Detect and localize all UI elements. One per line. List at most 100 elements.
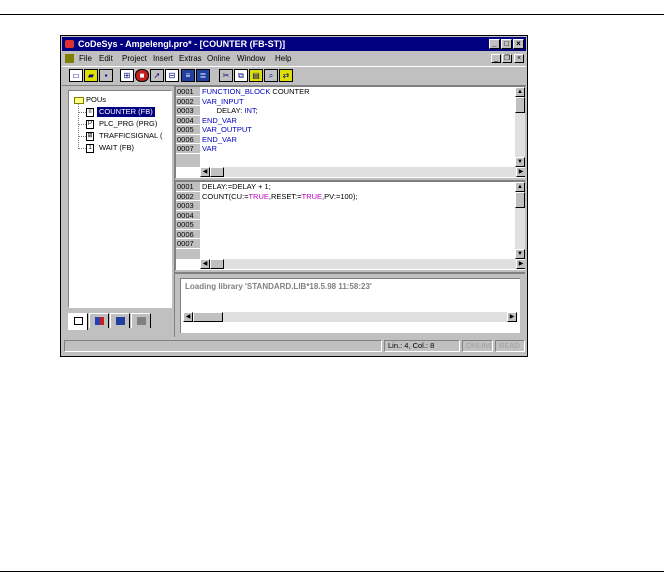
identifier: COUNTER (270, 87, 310, 96)
scroll-thumb[interactable] (210, 259, 224, 269)
copy-icon[interactable]: ⧉ (234, 69, 248, 82)
open-file-icon[interactable]: ▰ (84, 69, 98, 82)
reset-icon[interactable]: ≣ (196, 69, 210, 82)
find-icon[interactable]: ⌕ (264, 69, 278, 82)
data-types-icon (95, 317, 104, 325)
line-number: 0005 (176, 125, 200, 135)
code-line: END_VAR (202, 135, 310, 145)
scroll-thumb[interactable] (515, 192, 525, 208)
scroll-down-arrow[interactable]: ▼ (515, 249, 525, 259)
scroll-right-arrow[interactable]: ▶ (516, 167, 525, 177)
pou-icon: ⊞ (86, 132, 94, 141)
pou-tab-icon (74, 317, 83, 325)
tab-resources[interactable] (131, 313, 151, 328)
logout-icon[interactable]: ⊟ (165, 69, 179, 82)
tab-data-types[interactable] (89, 313, 109, 328)
mdi-restore-button[interactable]: ❐ (502, 54, 512, 63)
keyword: END_VAR (202, 134, 237, 144)
scroll-thumb[interactable] (193, 312, 223, 322)
menu-window[interactable]: Window (237, 52, 265, 65)
line-number: 0003 (176, 106, 200, 116)
punctuation: ; (255, 106, 258, 115)
code-line: VAR_OUTPUT (202, 125, 310, 135)
declaration-editor[interactable]: 0001 0002 0003 0004 0005 0006 0007 FUNCT… (175, 86, 525, 178)
body-vertical-scrollbar[interactable]: ▲ ▼ (515, 182, 525, 259)
cut-icon[interactable]: ✂ (219, 69, 233, 82)
save-icon[interactable]: ▪ (99, 69, 113, 82)
paste-icon[interactable]: ▤ (249, 69, 263, 82)
toolbar: ▭ ▰ ▪ ⊞ ■ ➚ ⊟ ≡ ≣ ✂ ⧉ ▤ ⌕ ⇄ (62, 66, 526, 86)
keyword: VAR_OUTPUT (202, 125, 252, 134)
line-number: 0006 (176, 135, 200, 144)
tab-visualizations[interactable] (110, 313, 130, 328)
keyword: VAR (202, 144, 217, 153)
maximize-button[interactable]: □ (501, 39, 512, 49)
object-organizer: POUs ≡ COUNTER (FB) P PLC_PRG (PRG) ⊞ TR… (64, 86, 174, 337)
tree-connector (79, 112, 86, 113)
menu-insert[interactable]: Insert (153, 52, 173, 65)
keyword: VAR_INPUT (202, 96, 244, 106)
scroll-right-arrow[interactable]: ▶ (507, 312, 517, 322)
scroll-down-arrow[interactable]: ▼ (515, 157, 525, 167)
line-number: 0004 (176, 116, 200, 125)
menu-online[interactable]: Online (207, 52, 230, 65)
message-window[interactable]: Loading library 'STANDARD.LIB*18.5.98 11… (180, 278, 520, 333)
tree-item-wait[interactable]: WAIT (FB) (99, 143, 134, 153)
visualizations-icon (116, 317, 125, 325)
pou-icon: 1 (86, 144, 94, 153)
scroll-thumb[interactable] (210, 167, 224, 177)
codesys-app-icon (65, 40, 74, 48)
identifier: DELAY: (202, 106, 245, 115)
scroll-up-arrow[interactable]: ▲ (515, 87, 525, 97)
tab-pous[interactable] (68, 313, 88, 330)
scroll-thumb[interactable] (515, 97, 525, 113)
login-icon[interactable]: ⊞ (120, 69, 134, 82)
new-file-icon[interactable]: ▭ (69, 69, 83, 82)
body-horizontal-scrollbar[interactable]: ◀ ▶ (200, 259, 525, 269)
code-text: ,RESET:= (268, 191, 302, 201)
scroll-right-arrow[interactable]: ▶ (516, 259, 525, 269)
scroll-left-arrow[interactable]: ◀ (200, 167, 210, 177)
stop-icon[interactable]: ■ (135, 69, 149, 82)
scroll-left-arrow[interactable]: ◀ (183, 312, 193, 322)
title-bar[interactable]: CoDeSys - Ampelengl.pro* - [COUNTER (FB-… (62, 37, 526, 51)
pou-tree[interactable]: POUs ≡ COUNTER (FB) P PLC_PRG (PRG) ⊞ TR… (68, 90, 172, 308)
menu-edit[interactable]: Edit (99, 52, 113, 65)
replace-icon[interactable]: ⇄ (279, 69, 293, 82)
mdi-close-button[interactable]: × (514, 54, 524, 63)
window-title: CoDeSys - Ampelengl.pro* - [COUNTER (FB-… (78, 39, 286, 49)
declaration-horizontal-scrollbar[interactable]: ◀ ▶ (200, 167, 525, 177)
scroll-left-arrow[interactable]: ◀ (200, 259, 210, 269)
tree-connector (79, 148, 86, 149)
line-number: 0003 (176, 201, 200, 211)
code-text: COUNT(CU:= (202, 191, 249, 201)
mdi-minimize-button[interactable]: _ (491, 54, 501, 63)
minimize-button[interactable]: _ (489, 39, 500, 49)
tree-item-trafficsignal[interactable]: TRAFFICSIGNAL ( (99, 131, 162, 141)
cursor-position: Lin.: 4, Col.: 8 (384, 340, 460, 352)
tree-connector (78, 104, 79, 149)
menu-file[interactable]: File (79, 52, 92, 65)
tree-root-pous[interactable]: POUs (86, 95, 106, 105)
tree-item-counter[interactable]: COUNTER (FB) (97, 107, 155, 117)
declaration-vertical-scrollbar[interactable]: ▲ ▼ (515, 87, 525, 167)
close-button[interactable]: × (513, 39, 524, 49)
keyword: END_VAR (202, 115, 237, 125)
menu-help[interactable]: Help (275, 52, 291, 65)
literal: TRUE (248, 191, 269, 201)
declaration-line-numbers: 0001 0002 0003 0004 0005 0006 0007 (176, 87, 200, 167)
message-horizontal-scrollbar[interactable]: ◀ ▶ (183, 312, 517, 322)
line-number: 0001 (176, 182, 200, 192)
code-text: ,PV:=100); (322, 191, 358, 201)
scroll-up-arrow[interactable]: ▲ (515, 182, 525, 192)
document-icon[interactable] (65, 54, 74, 63)
run-icon[interactable]: ➚ (150, 69, 164, 82)
body-editor[interactable]: 0001 0002 0003 0004 0005 0006 0007 DELAY… (175, 180, 525, 270)
build-icon[interactable]: ≡ (181, 69, 195, 82)
line-number: 0004 (176, 211, 200, 220)
code-line: VAR_INPUT (202, 97, 310, 107)
menu-project[interactable]: Project (122, 52, 147, 65)
tree-item-plc-prg[interactable]: PLC_PRG (PRG) (99, 119, 157, 129)
code-line: DELAY: INT; (202, 106, 310, 116)
menu-extras[interactable]: Extras (179, 52, 202, 65)
